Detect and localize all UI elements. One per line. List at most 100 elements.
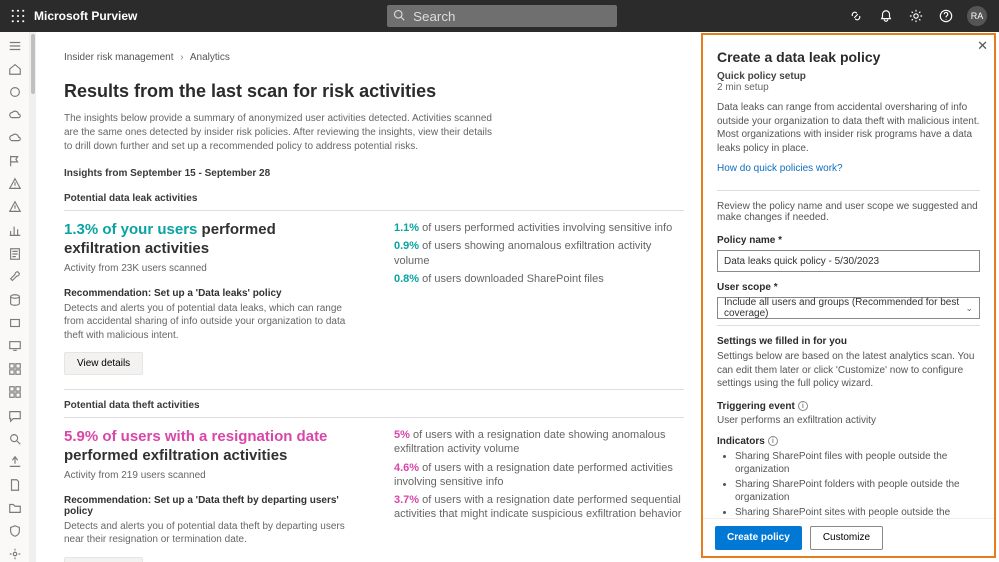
section1-row: 1.3% of your users performed exfiltratio… [64, 221, 684, 375]
panel-title: Create a data leak policy [717, 49, 980, 65]
section1-rec-text: Detects and alerts you of potential data… [64, 302, 354, 343]
rail-report-icon[interactable] [6, 223, 24, 238]
section2-stats: 5% of users with a resignation date show… [394, 428, 684, 526]
app-title: Microsoft Purview [34, 9, 137, 23]
panel-divider-2 [717, 325, 980, 326]
divider-2 [64, 389, 684, 390]
rail-settings-icon[interactable] [6, 547, 24, 562]
policy-name-label: Policy name * [717, 235, 980, 246]
page-intro: The insights below provide a summary of … [64, 112, 494, 154]
create-policy-button[interactable]: Create policy [715, 526, 802, 550]
user-scope-label: User scope * [717, 282, 980, 293]
settings-heading: Settings we filled in for you [717, 336, 980, 347]
help-icon[interactable] [937, 7, 955, 25]
breadcrumb-item-2[interactable]: Analytics [190, 52, 230, 63]
triggering-event-value: User performs an exfiltration activity [717, 415, 980, 426]
search-icon [393, 9, 405, 24]
s2-stat-2-pct: 3.7% [394, 494, 419, 506]
rail-doc-icon[interactable] [6, 477, 24, 492]
rail-device-icon[interactable] [6, 339, 24, 354]
rail-wrench-icon[interactable] [6, 269, 24, 284]
s2-stat-0-pct: 5% [394, 429, 410, 441]
rail-grid-icon[interactable] [6, 362, 24, 377]
rail-cloud-icon[interactable] [6, 107, 24, 122]
rail-alert-icon[interactable] [6, 177, 24, 192]
avatar[interactable]: RA [967, 6, 987, 26]
section2-sub: Activity from 219 users scanned [64, 470, 354, 481]
s1-stat-2-pct: 0.8% [394, 273, 419, 285]
gear-icon[interactable] [907, 7, 925, 25]
s1-stat-1-pct: 0.9% [394, 240, 419, 252]
rail-chat-icon[interactable] [6, 408, 24, 423]
rail-folder-icon[interactable] [6, 501, 24, 516]
panel-footer: Create policy Customize [703, 518, 994, 556]
info-icon-2[interactable]: i [768, 436, 778, 446]
section2-row: 5.9% of users with a resignation date pe… [64, 428, 684, 562]
left-scrollbar[interactable] [30, 32, 36, 562]
section2-view-details-button[interactable]: View details [64, 557, 143, 562]
rail-alert2-icon[interactable] [6, 200, 24, 215]
divider-3 [64, 417, 684, 418]
close-icon[interactable]: ✕ [977, 38, 988, 54]
info-icon[interactable]: i [798, 401, 808, 411]
app-launcher-icon[interactable] [8, 6, 28, 26]
section1-headline-pct: 1.3% of your users [64, 221, 197, 238]
user-scope-value: Include all users and groups (Recommende… [724, 297, 973, 319]
chevron-down-icon: ⌄ [965, 303, 973, 314]
top-bar: Microsoft Purview RA [0, 0, 999, 32]
rail-grid2-icon[interactable] [6, 385, 24, 400]
section2-rec-label: Recommendation: Set up a 'Data theft by … [64, 495, 354, 517]
s1-stat-0-text: of users performed activities involving … [419, 222, 672, 234]
rail-policies-icon[interactable] [6, 246, 24, 261]
s2-stat-2-text: of users with a resignation date perform… [394, 494, 681, 520]
section2-headline-pct: 5.9% of users with a resignation date [64, 428, 327, 445]
section1-headline: 1.3% of your users performed exfiltratio… [64, 221, 354, 259]
rail-search2-icon[interactable] [6, 431, 24, 446]
search-input[interactable] [387, 5, 617, 27]
left-nav-rail [0, 32, 30, 562]
s1-stat-2-text: of users downloaded SharePoint files [419, 273, 604, 285]
rail-flag-icon[interactable] [6, 154, 24, 169]
rail-data-icon[interactable] [6, 292, 24, 307]
link-icon[interactable] [847, 7, 865, 25]
panel-review-text: Review the policy name and user scope we… [717, 201, 980, 223]
s1-stat-1-text: of users showing anomalous exfiltration … [394, 240, 651, 266]
breadcrumb-item-1[interactable]: Insider risk management [64, 52, 174, 63]
section1-view-details-button[interactable]: View details [64, 352, 143, 375]
user-scope-select[interactable]: Include all users and groups (Recommende… [717, 297, 980, 319]
s1-stat-0-pct: 1.1% [394, 222, 419, 234]
create-policy-panel: ✕ Create a data leak policy Quick policy… [701, 33, 996, 558]
section2-rec-text: Detects and alerts you of potential data… [64, 520, 354, 547]
search-container [387, 5, 617, 27]
settings-subtext: Settings below are based on the latest a… [717, 350, 980, 391]
rail-cloud2-icon[interactable] [6, 131, 24, 146]
indicator-item: Sharing SharePoint files with people out… [735, 450, 980, 476]
s2-stat-0-text: of users with a resignation date showing… [394, 429, 666, 455]
panel-description: Data leaks can range from accidental ove… [717, 101, 980, 155]
policy-name-input[interactable] [717, 250, 980, 272]
panel-learn-link[interactable]: How do quick policies work? [717, 163, 843, 174]
rail-protect-icon[interactable] [6, 524, 24, 539]
s2-stat-1-text: of users with a resignation date perform… [394, 462, 673, 488]
section2-headline: 5.9% of users with a resignation date pe… [64, 428, 354, 466]
divider-1 [64, 210, 684, 211]
rail-home-icon[interactable] [6, 61, 24, 76]
customize-button[interactable]: Customize [810, 526, 883, 550]
triggering-event-label: Triggering eventi [717, 401, 980, 412]
topbar-actions: RA [847, 6, 987, 26]
s2-stat-1-pct: 4.6% [394, 462, 419, 474]
rail-menu-icon[interactable] [6, 38, 24, 53]
section2-headline-rest: performed exfiltration activities [64, 447, 287, 464]
section1-sub: Activity from 23K users scanned [64, 263, 354, 274]
rail-compliance-icon[interactable] [6, 84, 24, 99]
panel-setup-time: 2 min setup [717, 82, 980, 93]
bell-icon[interactable] [877, 7, 895, 25]
panel-divider-1 [717, 190, 980, 191]
section1-rec-label: Recommendation: Set up a 'Data leaks' po… [64, 288, 354, 299]
breadcrumb-sep: › [180, 52, 183, 63]
indicators-label: Indicatorsi [717, 436, 980, 447]
indicator-item: Sharing SharePoint folders with people o… [735, 478, 980, 504]
rail-share-icon[interactable] [6, 454, 24, 469]
rail-box-icon[interactable] [6, 316, 24, 331]
section1-stats: 1.1% of users performed activities invol… [394, 221, 684, 290]
